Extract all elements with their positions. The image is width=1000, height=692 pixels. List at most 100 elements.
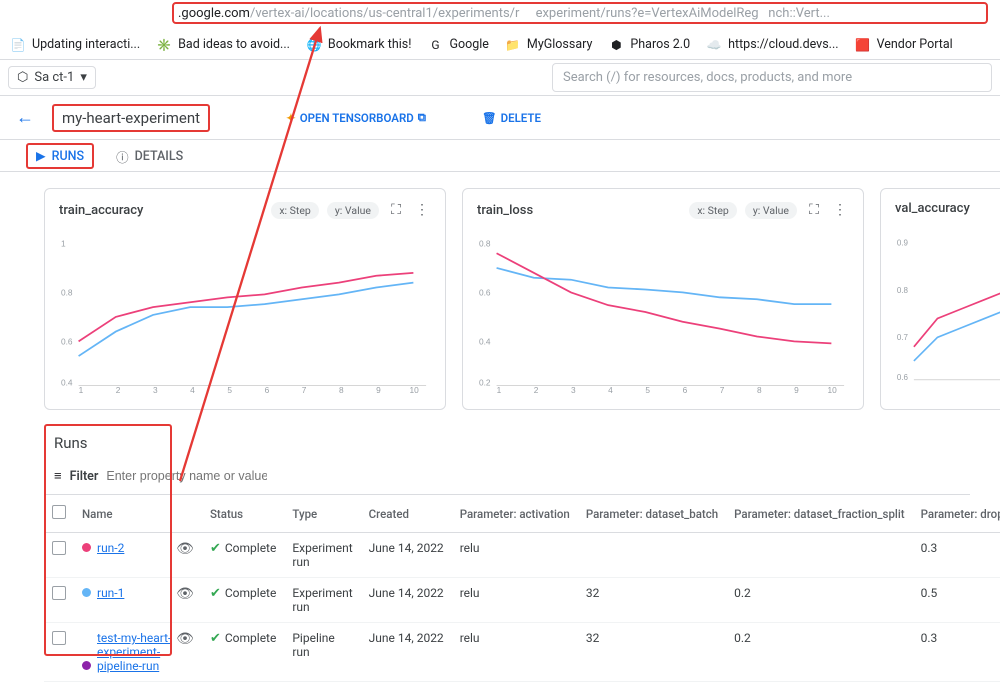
run-name-link[interactable]: run-1 [97,586,124,600]
chart-plot: 0.90.80.70.6 [895,224,1000,394]
col-dropout[interactable]: Parameter: dropout_rate [913,495,1000,533]
bookmark-label: Google [449,37,488,52]
check-icon: ✔ [210,586,221,601]
open-tensorboard-button[interactable]: ✦ OPEN TENSORBOARD ⧉ [286,110,426,125]
tensorboard-icon: ✦ [286,111,296,125]
visibility-icon[interactable]: 👁 [176,631,194,647]
page-icon: 📄 [10,37,26,53]
bookmark-label: Vendor Portal [877,37,953,52]
svg-text:10: 10 [827,385,837,395]
run-name-link[interactable]: test-my-heart-experiment-pipeline-run [97,631,175,673]
run-name-link[interactable]: run-2 [97,541,124,555]
type-text: Experiment run [284,533,360,578]
runs-heading: Runs [44,430,970,464]
y-axis-pill[interactable]: y: Value [327,202,379,219]
row-checkbox[interactable] [52,631,66,645]
filter-label: Filter [70,469,99,484]
tab-runs[interactable]: ▶ RUNS [26,143,94,169]
bookmarks-bar: 📄 Updating interacti... ✳️Bad ideas to av… [0,30,1000,60]
col-batch[interactable]: Parameter: dataset_batch [578,495,726,533]
chart-card-val-accuracy: val_accuracy 0.90.80.70.6 [880,188,1000,410]
globe-icon: 🌐 [306,37,322,53]
chart-title: val_accuracy [895,201,970,216]
svg-text:7: 7 [720,385,725,395]
svg-text:0.6: 0.6 [897,373,909,382]
bookmark-label: Updating interacti... [32,37,140,52]
folder-icon: 📁 [505,37,521,53]
bookmark-label: https://cloud.devs... [728,37,838,52]
back-button[interactable]: ← [16,107,34,128]
color-dot [82,543,91,552]
col-type[interactable]: Type [284,495,360,533]
tensorboard-label: OPEN TENSORBOARD [300,111,414,125]
table-row: test-my-heart-experiment-pipeline-run 👁 … [44,623,1000,682]
row-checkbox[interactable] [52,586,66,600]
svg-text:0.6: 0.6 [61,336,73,346]
url-path-2: experiment/runs?e=VertexAiModelReg [536,6,759,21]
filter-icon[interactable]: ≡ [54,468,62,484]
bookmark-item[interactable]: 🟥 Vendor Portal [855,37,953,53]
bookmark-item[interactable]: 📄 Updating interacti... [10,37,140,53]
vendor-icon: 🟥 [855,37,871,53]
chart-title: train_accuracy [59,203,143,218]
star-icon: ✳️ [156,37,172,53]
col-status[interactable]: Status [202,495,284,533]
select-all-checkbox[interactable] [52,505,66,519]
project-label: Sa ct-1 [34,70,74,85]
table-row: run-1 👁 ✔Complete Experiment run June 14… [44,578,1000,623]
bookmark-item[interactable]: 📁MyGlossary [505,37,592,53]
y-axis-pill[interactable]: y: Value [745,202,797,219]
type-text: Pipeline run [284,623,360,682]
table-row: run-2 👁 ✔Complete Experiment run June 14… [44,533,1000,578]
status-text: Complete [225,586,277,600]
tab-details[interactable]: ⓘ DETAILS [116,147,183,166]
col-activation[interactable]: Parameter: activation [452,495,578,533]
visibility-icon[interactable]: 👁 [176,586,194,602]
url-bar[interactable]: .google.com /vertex-ai/locations/us-cent… [172,2,988,24]
col-split[interactable]: Parameter: dataset_fraction_split [726,495,912,533]
param-batch: 32 [578,578,726,623]
svg-text:9: 9 [376,385,381,395]
bookmark-item[interactable]: ✳️Bad ideas to avoid... [156,37,290,53]
svg-text:8: 8 [339,385,344,395]
more-icon[interactable]: ⋮ [413,201,431,219]
col-name[interactable]: Name [74,495,168,533]
svg-text:7: 7 [302,385,307,395]
x-axis-pill[interactable]: x: Step [271,202,319,219]
bookmark-item[interactable]: 🌐 Bookmark this! [306,37,412,53]
chart-plot: 10.80.60.4 12345678910 [59,227,431,397]
visibility-icon[interactable]: 👁 [176,541,194,557]
svg-text:6: 6 [683,385,688,395]
created-text: June 14, 2022 [361,623,452,682]
param-split [726,533,912,578]
x-axis-pill[interactable]: x: Step [689,202,737,219]
svg-text:1: 1 [497,385,502,395]
param-batch [578,533,726,578]
type-text: Experiment run [284,578,360,623]
delete-label: DELETE [501,111,541,125]
delete-button[interactable]: 🗑 DELETE [482,111,541,125]
search-input[interactable]: Search (/) for resources, docs, products… [552,63,992,92]
trash-icon: 🗑 [482,111,497,125]
bookmark-label: Bookmark this! [328,37,412,52]
more-icon[interactable]: ⋮ [831,201,849,219]
tab-runs-label: RUNS [52,149,84,164]
filter-input[interactable] [106,469,267,483]
url-path-1: /vertex-ai/locations/us-central1/experim… [250,6,519,21]
experiment-title: my-heart-experiment [52,104,210,132]
color-dot [82,661,91,670]
svg-text:0.6: 0.6 [479,287,491,297]
fullscreen-icon[interactable]: ⛶ [387,201,405,219]
svg-text:0.8: 0.8 [61,287,73,297]
fullscreen-icon[interactable]: ⛶ [805,201,823,219]
param-dropout: 0.5 [913,578,1000,623]
google-icon: G [427,37,443,53]
project-selector[interactable]: ⬡ Sa ct-1 ▾ [8,66,96,89]
chart-title: train_loss [477,203,533,218]
col-created[interactable]: Created [361,495,452,533]
bookmark-item[interactable]: ⬢Pharos 2.0 [608,37,690,53]
row-checkbox[interactable] [52,541,66,555]
bookmark-item[interactable]: G Google [427,37,488,53]
svg-text:4: 4 [190,385,195,395]
bookmark-item[interactable]: ☁️https://cloud.devs... [706,37,838,53]
